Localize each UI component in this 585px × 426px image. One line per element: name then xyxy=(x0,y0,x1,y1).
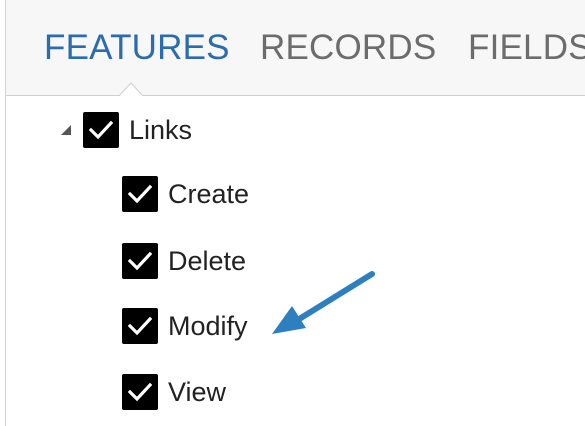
permission-tree: Links Create Delete Modify View xyxy=(6,96,585,426)
tree-node-label: Modify xyxy=(168,310,248,341)
tab-bar: FEATURES RECORDS FIELDS xyxy=(6,0,585,96)
checkmark-icon xyxy=(128,251,152,271)
checkbox-delete[interactable] xyxy=(122,243,158,279)
checkbox-modify[interactable] xyxy=(122,308,158,344)
tree-node-view: View xyxy=(122,372,226,412)
tree-node-label: Links xyxy=(129,114,193,145)
tree-node-label: Delete xyxy=(168,245,247,276)
checkbox-links[interactable] xyxy=(83,112,119,148)
checkbox-create[interactable] xyxy=(122,176,158,212)
tab-fields[interactable]: FIELDS xyxy=(468,26,585,70)
tree-node-label: Create xyxy=(168,178,250,209)
pointer-arrow-icon xyxy=(272,271,375,334)
tree-node-label: View xyxy=(168,376,227,407)
checkmark-icon xyxy=(128,184,152,204)
checkmark-icon xyxy=(128,382,152,402)
tree-node-delete: Delete xyxy=(122,241,246,281)
tab-features[interactable]: FEATURES xyxy=(44,26,230,70)
tree-node-modify: Modify xyxy=(122,306,248,346)
checkmark-icon xyxy=(89,120,113,140)
tree-node-create: Create xyxy=(122,174,249,214)
active-tab-notch-icon xyxy=(118,82,144,98)
tree-node-links: Links xyxy=(59,110,192,150)
expand-collapse-triangle-icon[interactable] xyxy=(59,123,73,137)
checkmark-icon xyxy=(128,316,152,336)
tab-records[interactable]: RECORDS xyxy=(260,26,436,70)
permissions-panel: FEATURES RECORDS FIELDS Links Create Del… xyxy=(5,0,585,426)
checkbox-view[interactable] xyxy=(122,374,158,410)
